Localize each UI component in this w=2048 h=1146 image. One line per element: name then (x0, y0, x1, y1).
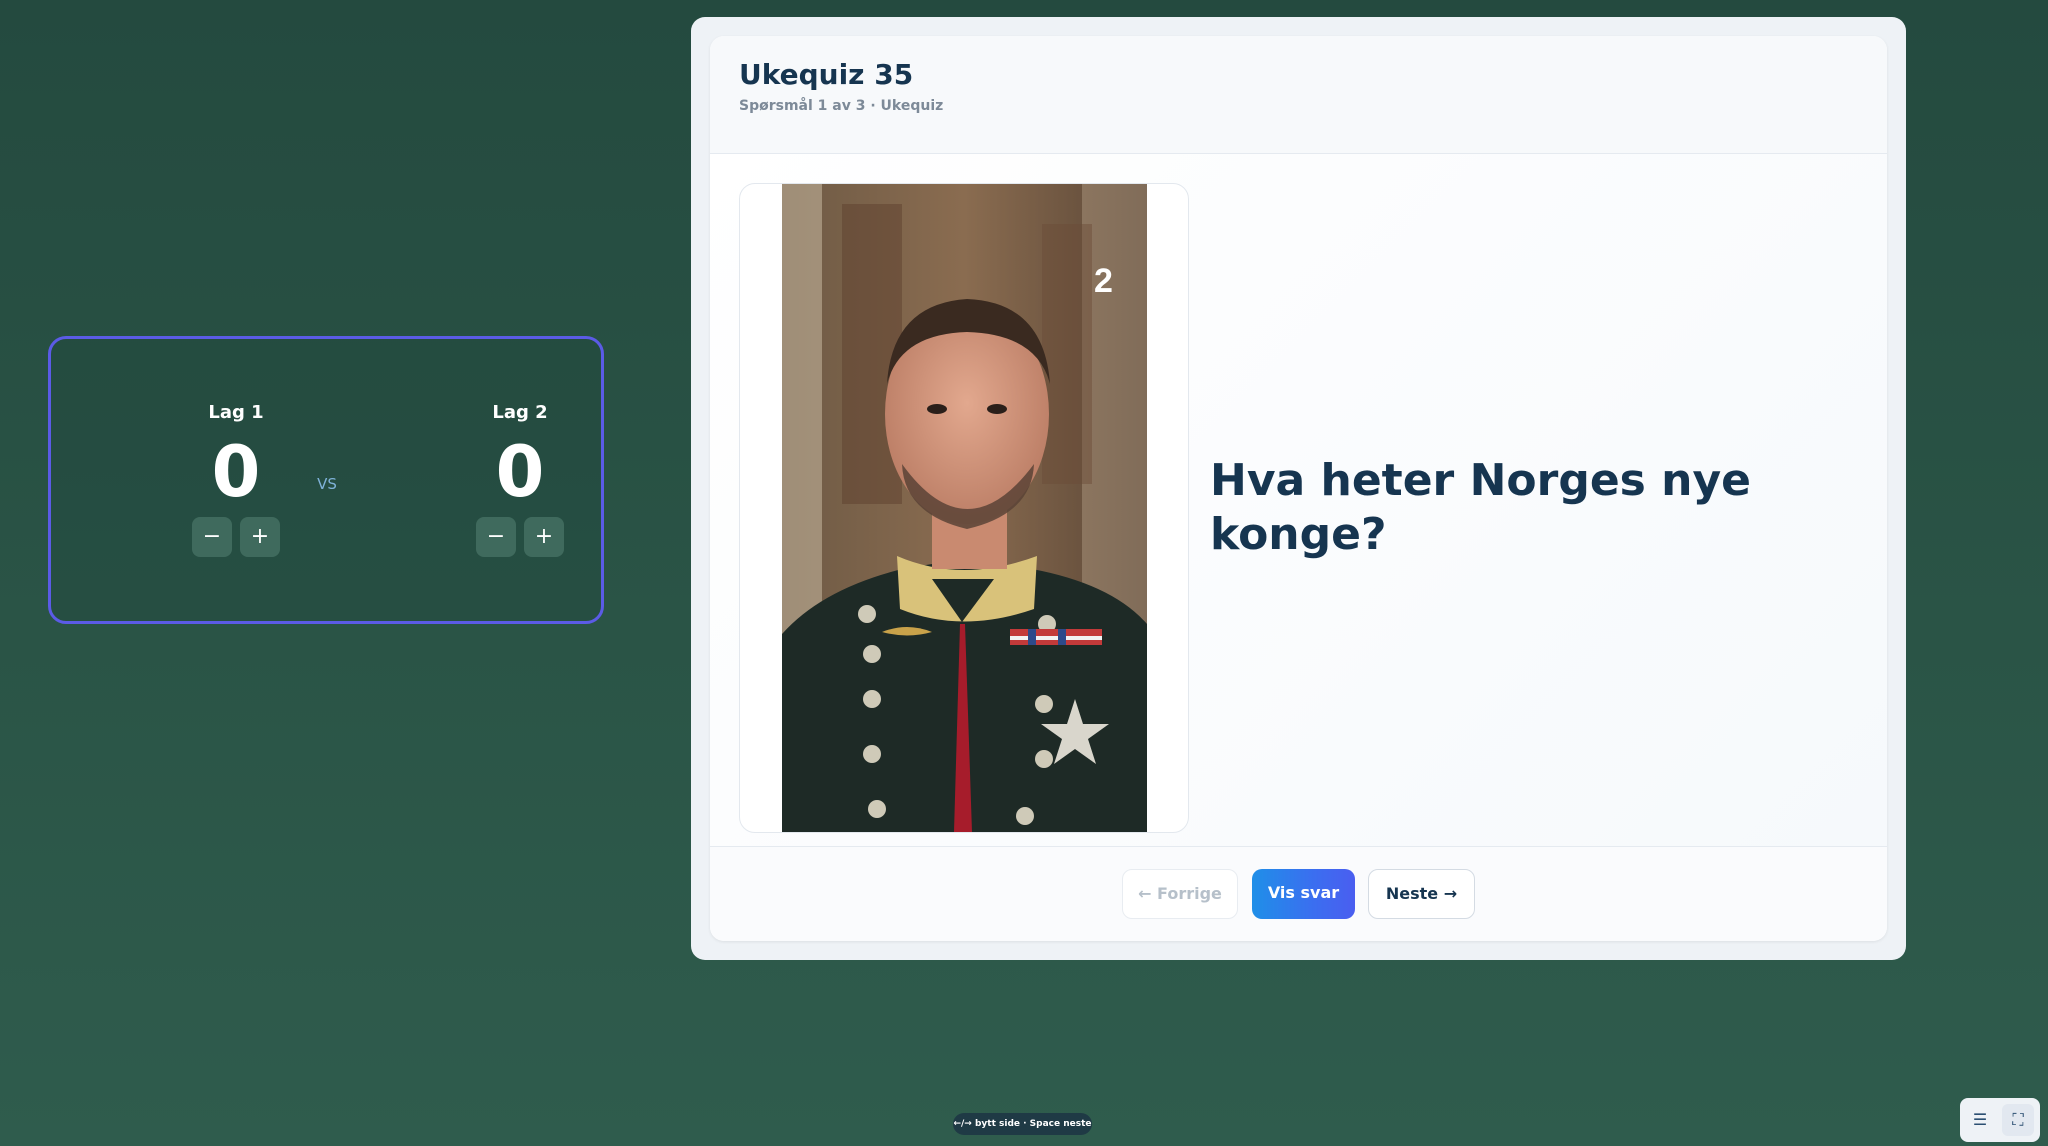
team-1-score: 0 (211, 431, 261, 513)
scoreboard: Lag 1 0 − + VS Lag 2 0 − + (48, 336, 604, 624)
team-1-controls: − + (156, 517, 316, 557)
previous-button[interactable]: ← Forrige (1122, 869, 1238, 919)
team-2-increment-button[interactable]: + (524, 517, 564, 557)
menu-icon[interactable]: ☰ (1964, 1104, 1996, 1136)
keyboard-hint: ←/→ bytt side · Space neste (953, 1113, 1092, 1135)
view-toolbar: ☰ ⛶ (1960, 1098, 2040, 1142)
team-1-name: Lag 1 (208, 402, 264, 423)
vs-label: VS (317, 475, 337, 493)
quiz-navigation: ← Forrige Vis svar Neste → (710, 846, 1887, 941)
image-badge: 2 (1094, 262, 1113, 300)
team-1: Lag 1 0 − + (156, 401, 316, 557)
quiz-title: Ukequiz 35 (739, 58, 914, 91)
question-image-frame: 2 (739, 183, 1189, 833)
quiz-card: Ukequiz 35 Spørsmål 1 av 3 · Ukequiz 2 H… (710, 36, 1887, 941)
quiz-body: 2 Hva heter Norges nye konge? (710, 154, 1887, 846)
team-2-score: 0 (495, 431, 545, 513)
team-2-decrement-button[interactable]: − (476, 517, 516, 557)
team-2-name: Lag 2 (492, 402, 548, 423)
team-1-increment-button[interactable]: + (240, 517, 280, 557)
question-text: Hva heter Norges nye konge? (1210, 455, 1752, 560)
quiz-header: Ukequiz 35 Spørsmål 1 av 3 · Ukequiz (710, 36, 1887, 154)
quiz-subtitle: Spørsmål 1 av 3 · Ukequiz (739, 98, 944, 114)
fullscreen-icon[interactable]: ⛶ (2002, 1104, 2034, 1136)
team-2-controls: − + (440, 517, 600, 557)
quiz-card-container: Ukequiz 35 Spørsmål 1 av 3 · Ukequiz 2 H… (691, 17, 1906, 960)
next-button[interactable]: Neste → (1368, 869, 1475, 919)
show-answer-button[interactable]: Vis svar (1252, 869, 1355, 919)
question-portrait-image: 2 (782, 184, 1147, 832)
team-2: Lag 2 0 − + (440, 401, 600, 557)
team-1-decrement-button[interactable]: − (192, 517, 232, 557)
